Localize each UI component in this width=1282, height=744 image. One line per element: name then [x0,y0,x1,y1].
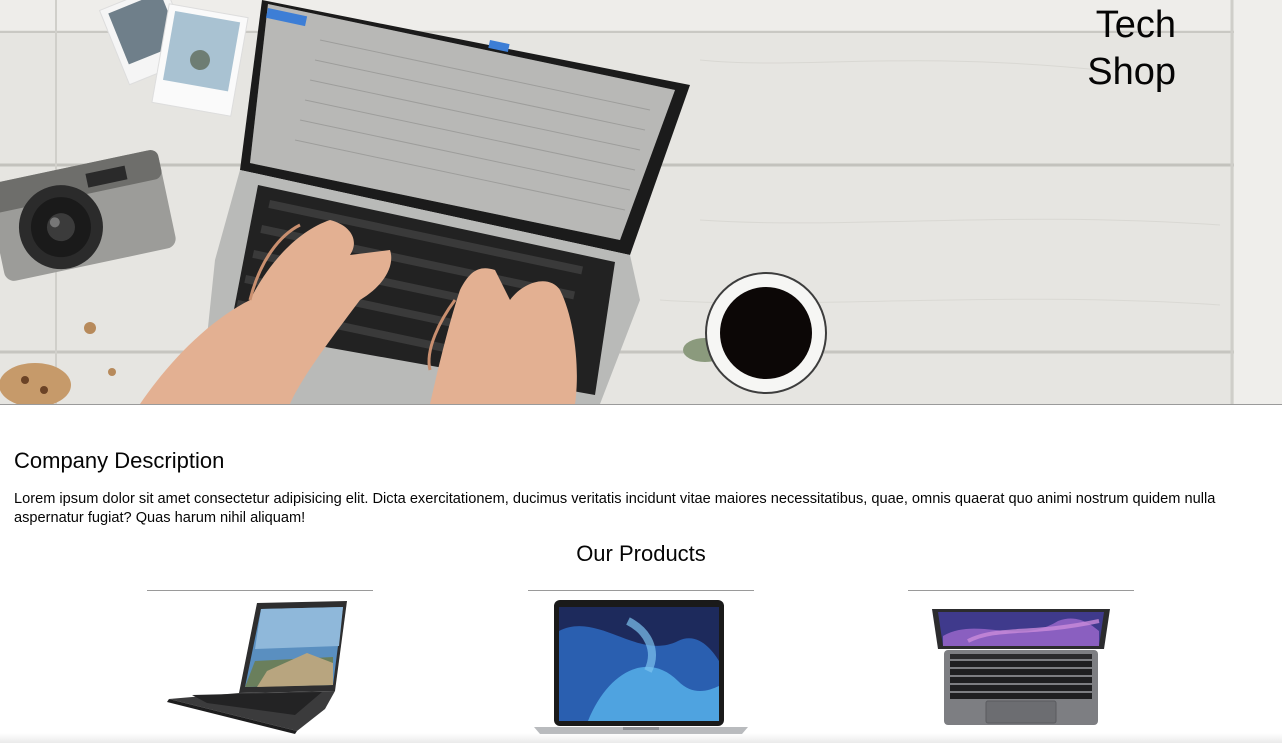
product-card-macbook-pro[interactable] [908,590,1134,744]
company-description-text: Lorem ipsum dolor sit amet consectetur a… [14,491,1216,526]
hp-laptop-image [167,601,347,734]
company-description-heading: Company Description [14,448,225,473]
product-card-macbook-air[interactable] [528,590,754,744]
site-title-line-1: Tech [1095,4,1176,46]
page-bottom-fade [0,733,1282,743]
products-heading: Our Products [576,541,706,566]
macbook-air-image [534,600,748,734]
macbook-pro-image [932,609,1110,725]
hero-banner: Tech Shop [0,0,1282,405]
site-title-line-2: Shop [1087,51,1176,93]
product-card-hp-laptop[interactable] [147,590,373,744]
site-title: Tech Shop [1087,2,1176,96]
